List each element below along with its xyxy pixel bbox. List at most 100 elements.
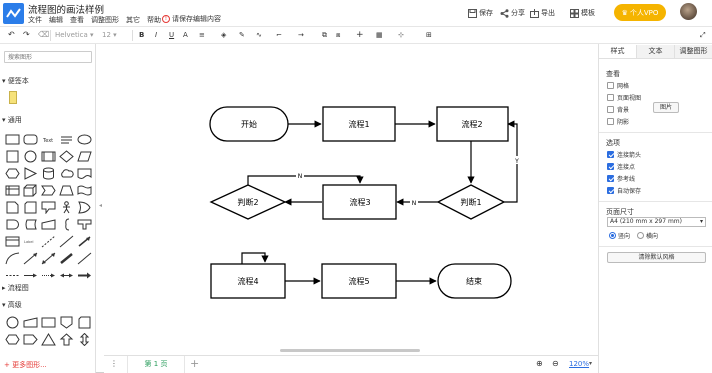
shape-card-adv[interactable]	[77, 316, 92, 329]
shape-manual-input[interactable]	[41, 218, 56, 231]
shape-document[interactable]	[77, 167, 92, 180]
add-page-icon[interactable]: +	[190, 357, 199, 370]
shape-connector-dashed[interactable]	[5, 269, 20, 282]
zoom-out-icon[interactable]: ⊖	[552, 359, 559, 368]
shape-circle[interactable]	[23, 150, 38, 163]
to-back-icon[interactable]: ⧈	[336, 30, 340, 40]
fullscreen-icon[interactable]: ⤢	[700, 30, 706, 40]
shape-tee[interactable]	[77, 218, 92, 231]
sticky-note-shape[interactable]	[9, 91, 17, 104]
shape-connector-diagonal[interactable]	[77, 252, 92, 265]
guides-checkbox[interactable]: 参考线	[607, 174, 635, 183]
menu-help[interactable]: 帮助	[147, 15, 161, 25]
shape-delay[interactable]	[5, 218, 20, 231]
section-scratchpad[interactable]: ▾ 便签本	[2, 76, 29, 86]
shape-bidirectional-arrow[interactable]	[77, 235, 92, 248]
more-shapes-link[interactable]: + 更多图形...	[4, 360, 47, 370]
shape-connector-thick[interactable]	[77, 269, 92, 282]
tab-style[interactable]: 样式	[599, 45, 637, 58]
connection-arrows-checkbox[interactable]: 连接箭头	[607, 150, 641, 159]
menu-arrange[interactable]: 调整图形	[91, 15, 119, 25]
shape-text[interactable]: Text	[41, 133, 56, 146]
shape-step[interactable]	[41, 184, 56, 197]
app-logo-icon[interactable]	[3, 3, 24, 24]
shape-arrow-diagonal[interactable]	[23, 252, 38, 265]
shape-process[interactable]	[41, 150, 56, 163]
underline-icon[interactable]: U	[169, 30, 174, 40]
shape-card[interactable]	[23, 201, 38, 214]
shape-line[interactable]	[59, 235, 74, 248]
reset-style-button[interactable]: 清除默认风格	[607, 252, 706, 263]
section-general[interactable]: ▾ 通用	[2, 115, 22, 125]
shape-table-small[interactable]	[5, 235, 20, 248]
shape-cylinder[interactable]	[41, 167, 56, 180]
undo-icon[interactable]: ↶	[8, 30, 15, 40]
shape-textbox[interactable]	[59, 133, 74, 146]
menu-file[interactable]: 文件	[28, 15, 42, 25]
zoom-in-icon[interactable]: ⊕	[536, 359, 543, 368]
shape-note[interactable]	[5, 201, 20, 214]
export-button[interactable]: 导出	[530, 8, 555, 18]
align-icon[interactable]: ≡	[199, 30, 205, 40]
shape-offpage-adv[interactable]	[59, 316, 74, 329]
redo-icon[interactable]: ↷	[23, 30, 30, 40]
shape-data-storage[interactable]	[23, 218, 38, 231]
shape-arrow-up-adv[interactable]	[59, 333, 74, 346]
page-size-select[interactable]: A4 (210 mm x 297 mm) ▾	[607, 217, 706, 227]
collapse-left-panel-icon[interactable]: ◂	[99, 202, 102, 209]
shape-dashed-line[interactable]	[41, 235, 56, 248]
font-color-icon[interactable]: A	[183, 30, 188, 40]
shape-cloud[interactable]	[59, 167, 74, 180]
shape-connector-arrow[interactable]	[23, 269, 38, 282]
table-icon[interactable]: ▦	[376, 30, 383, 40]
shape-cube[interactable]	[23, 184, 38, 197]
menu-view[interactable]: 查看	[70, 15, 84, 25]
shape-rectangle[interactable]	[5, 133, 20, 146]
shape-circle-adv[interactable]	[5, 316, 20, 329]
shape-connector-dotted[interactable]	[41, 269, 56, 282]
arrange-icon[interactable]: ⊹	[398, 30, 404, 40]
tab-arrange[interactable]: 调整图形	[675, 45, 712, 58]
shape-square[interactable]	[5, 150, 20, 163]
line-style-icon[interactable]: ∿	[256, 30, 262, 40]
shape-hexagon-adv[interactable]	[5, 333, 20, 346]
line-end-icon[interactable]: →	[298, 30, 304, 40]
page-tab-1[interactable]: 第 1 页	[127, 356, 185, 373]
page-menu-icon[interactable]: ⋮	[110, 359, 118, 368]
shape-ellipse[interactable]	[77, 133, 92, 146]
delete-icon[interactable]: ⌫	[38, 30, 49, 40]
shape-triangle[interactable]	[23, 167, 38, 180]
drawing-canvas[interactable]: N N Y 开始 流程1 流程2 判断1 流程3 判断2 流程4 流程5 结束	[104, 44, 598, 355]
shape-tape[interactable]	[77, 184, 92, 197]
landscape-radio[interactable]: 横向	[637, 231, 658, 240]
menu-edit[interactable]: 编辑	[49, 15, 63, 25]
shape-trapezoid[interactable]	[59, 184, 74, 197]
zoom-dropdown-icon[interactable]: ▾	[589, 360, 592, 367]
shape-internal-storage[interactable]	[5, 184, 20, 197]
insert-icon[interactable]: +	[356, 30, 364, 40]
shape-arrow-curved[interactable]	[5, 252, 20, 265]
zoom-level[interactable]: 120%	[569, 360, 589, 368]
to-front-icon[interactable]: ⧉	[322, 30, 327, 40]
shape-actor[interactable]	[59, 201, 74, 214]
shadow-checkbox[interactable]: 阴影	[607, 117, 629, 126]
shape-arrow-double[interactable]	[41, 252, 56, 265]
grid-icon[interactable]: ⊞	[426, 30, 432, 40]
vip-button[interactable]: ♛ 个人VPO	[614, 4, 666, 21]
shape-label-text[interactable]: Label	[23, 235, 38, 248]
shape-triangle-adv[interactable]	[41, 333, 56, 346]
italic-icon[interactable]: I	[155, 30, 157, 40]
shape-search-input[interactable]	[4, 51, 92, 63]
shape-callout[interactable]	[41, 201, 56, 215]
document-title[interactable]: 流程图的画法样例	[28, 2, 104, 16]
connector-style-icon[interactable]: ⌐	[276, 30, 282, 40]
shape-diamond[interactable]	[59, 150, 74, 163]
page-view-checkbox[interactable]: 页面视图	[607, 93, 641, 102]
grid-checkbox[interactable]: 网格	[607, 81, 629, 90]
user-avatar[interactable]	[680, 3, 697, 20]
tab-text[interactable]: 文本	[637, 45, 675, 58]
shape-connector-bidirectional[interactable]	[59, 269, 74, 282]
autosave-checkbox[interactable]: 自动保存	[607, 186, 641, 195]
shape-curly-brace[interactable]	[59, 218, 74, 231]
share-button[interactable]: 分享	[500, 8, 525, 18]
